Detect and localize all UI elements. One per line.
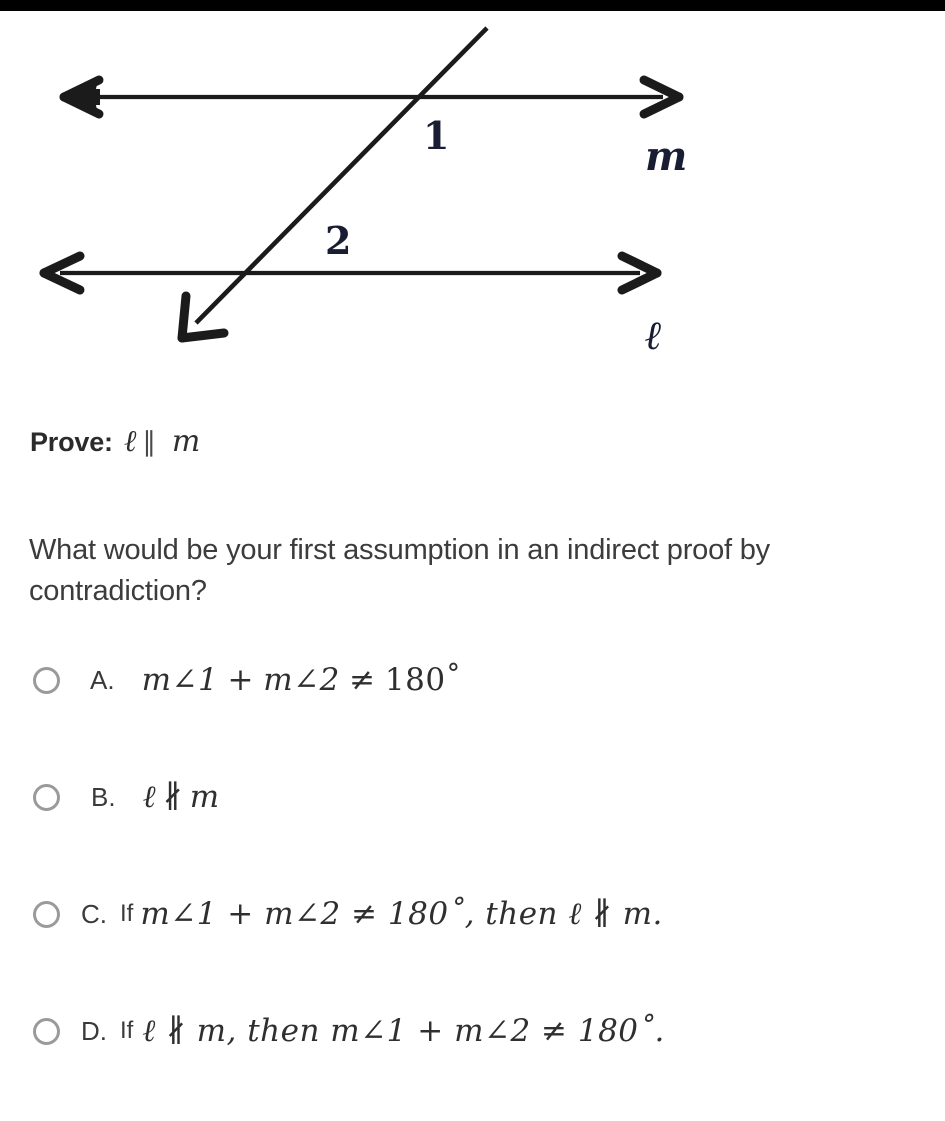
prove-line-b: m <box>171 424 202 459</box>
option-c-letter: C. <box>81 898 107 929</box>
option-a-body: m∠1 + m∠2 ≠ 180˚ <box>142 662 462 698</box>
angle-1-label: 1 <box>423 113 450 158</box>
prove-line-a: ℓ <box>123 424 138 459</box>
option-d-body: ℓ ∦ m, then m∠1 + m∠2 ≠ 180˚. <box>142 1013 665 1049</box>
t-arrow-b <box>177 328 229 343</box>
l-rarrow-b <box>617 268 662 295</box>
l-rarrow-a <box>617 251 662 278</box>
option-a-deg: 180˚ <box>384 662 462 698</box>
geometry-figure: 1 2 m ℓ <box>0 11 760 396</box>
option-a-letter: A. <box>90 664 115 695</box>
option-a-m1: m∠1 <box>141 662 219 698</box>
option-c-body: m∠1 + m∠2 ≠ 180˚, then ℓ ∦ m. <box>140 896 663 932</box>
not-parallel-icon-b: ∦ <box>162 779 183 815</box>
t-arrow-a <box>177 291 191 343</box>
question-text: What would be your first assumption in a… <box>29 534 770 608</box>
option-b-body: ℓ ∦ m <box>143 779 220 815</box>
radio-button-b[interactable] <box>33 783 60 811</box>
radio-button-d[interactable] <box>33 1017 60 1045</box>
parallel-icon: ∥ <box>142 427 156 458</box>
option-b[interactable]: B. ℓ ∦ m <box>0 768 945 826</box>
option-d-prefix: If <box>120 1017 134 1044</box>
angle-2-label: 2 <box>325 218 352 263</box>
option-b-line-a: ℓ <box>142 779 156 815</box>
question-page: 1 2 m ℓ Prove: ℓ ∥ m What would be your … <box>0 0 945 1121</box>
line-m-label: m <box>645 133 688 180</box>
m-rarrow-a <box>639 75 684 102</box>
prove-statement: Prove: ℓ ∥ m <box>30 424 201 459</box>
transversal-shaft <box>194 26 489 325</box>
l-larrow-b <box>39 268 85 295</box>
option-b-line-b: m <box>189 779 220 815</box>
option-b-letter: B. <box>91 781 116 812</box>
option-a-plus: + <box>227 662 254 698</box>
option-d-letter: D. <box>81 1015 107 1046</box>
option-d[interactable]: D. If ℓ ∦ m, then m∠1 + m∠2 ≠ 180˚. <box>0 1002 945 1060</box>
top-black-band <box>0 0 945 11</box>
answer-options: A. m∠1 + m∠2 ≠ 180˚ B. ℓ ∦ m C. If m∠1 + m∠2 ≠… <box>0 651 945 1119</box>
m-rarrow-b <box>639 92 684 119</box>
radio-button-c[interactable] <box>33 900 60 928</box>
option-a-neq: ≠ <box>349 662 376 698</box>
l-larrow-a <box>39 251 85 278</box>
radio-button-a[interactable] <box>33 666 60 694</box>
line-l-label: ℓ <box>645 312 663 359</box>
option-a-m2: m∠2 <box>263 662 340 698</box>
option-c-prefix: If <box>120 900 134 927</box>
option-a[interactable]: A. m∠1 + m∠2 ≠ 180˚ <box>0 651 945 709</box>
option-c[interactable]: C. If m∠1 + m∠2 ≠ 180˚, then ℓ ∦ m. <box>0 885 945 943</box>
prove-label: Prove: <box>30 427 113 457</box>
